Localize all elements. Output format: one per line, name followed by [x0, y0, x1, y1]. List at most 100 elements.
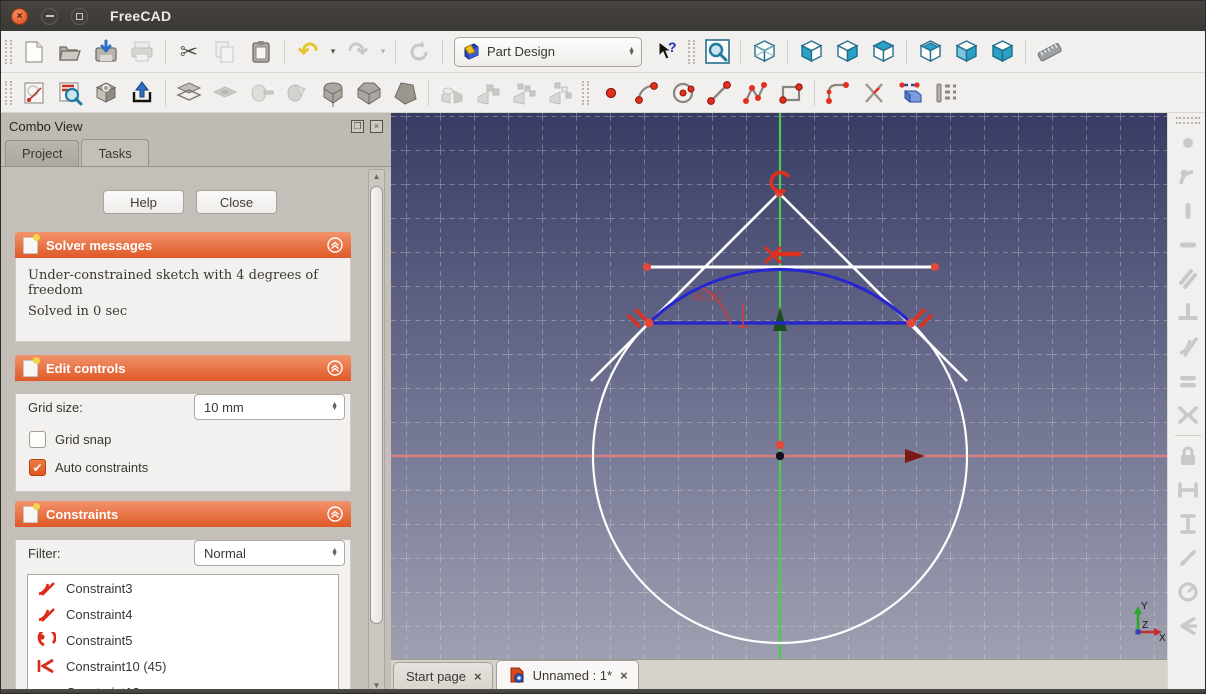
3d-viewport[interactable]: 45.00 Y X Z [391, 113, 1167, 659]
panel-scrollbar[interactable]: ▲ ▼ [368, 169, 385, 693]
view-top-button[interactable] [866, 35, 900, 69]
constrain-equal-button[interactable] [1171, 364, 1205, 398]
view-axonometric-button[interactable] [747, 35, 781, 69]
maximize-window-button[interactable] [71, 7, 88, 25]
multi-transform-button[interactable] [543, 76, 577, 110]
constrain-perpendicular-button[interactable] [1171, 296, 1205, 330]
zoom-fit-button[interactable] [700, 35, 734, 69]
auto-constraints-checkbox[interactable]: ✔ [29, 459, 46, 476]
tab-tasks[interactable]: Tasks [81, 139, 149, 166]
close-window-button[interactable]: × [11, 7, 28, 25]
minimize-window-button[interactable] [41, 7, 58, 25]
constraint-list-item[interactable]: Constraint3 [28, 575, 338, 601]
circle-center-point[interactable] [775, 440, 785, 450]
constrain-vertical-button[interactable] [1171, 194, 1205, 228]
chamfer-button[interactable] [352, 76, 386, 110]
endpoint-marker[interactable] [643, 263, 651, 271]
fillet-button[interactable] [316, 76, 350, 110]
measure-button[interactable] [1032, 35, 1066, 69]
constrain-coincident-button[interactable] [1171, 126, 1205, 160]
pad-button[interactable] [172, 76, 206, 110]
undo-dropdown-button[interactable]: ▾ [326, 35, 340, 69]
collapse-section-icon[interactable] [327, 506, 343, 522]
copy-button[interactable] [208, 35, 242, 69]
constraint-list-item[interactable]: Constraint4 [28, 601, 338, 627]
paste-button[interactable] [244, 35, 278, 69]
view-right-button[interactable] [830, 35, 864, 69]
toolbar-drag-handle[interactable] [582, 80, 589, 105]
collapse-section-icon[interactable] [327, 360, 343, 376]
scrollbar-thumb[interactable] [370, 186, 383, 624]
sketch-canvas[interactable]: 45.00 Y X Z [391, 113, 1167, 659]
origin-point[interactable] [775, 451, 785, 461]
draft-button[interactable] [388, 76, 422, 110]
help-button[interactable]: Help [103, 190, 184, 214]
angle-dimension-label[interactable]: 45.00 [692, 290, 722, 304]
tab-start-page[interactable]: Start page × [393, 662, 493, 689]
sketch-fillet-button[interactable] [821, 76, 855, 110]
collapse-section-icon[interactable] [327, 237, 343, 253]
create-rectangle-button[interactable] [774, 76, 808, 110]
map-sketch-button[interactable] [89, 76, 123, 110]
tab-unnamed-document[interactable]: Unnamed : 1* × [495, 660, 639, 689]
constraint-filter-combobox[interactable]: Normal ▲ ▼ [194, 540, 345, 566]
close-panel-icon[interactable]: × [370, 119, 383, 133]
redo-button[interactable]: ↷ [341, 35, 375, 69]
edit-sketch-button[interactable] [53, 76, 87, 110]
constrain-parallel-button[interactable] [1171, 262, 1205, 296]
create-polyline-button[interactable] [738, 76, 772, 110]
refresh-button[interactable] [402, 35, 436, 69]
constraint-list-item[interactable]: Constraint10 (45) [28, 653, 338, 679]
cut-button[interactable]: ✂ [172, 35, 206, 69]
edit-controls-header[interactable]: Edit controls [15, 355, 351, 381]
constrain-point-on-object-button[interactable] [1171, 160, 1205, 194]
view-front-button[interactable] [794, 35, 828, 69]
external-geometry-button[interactable] [893, 76, 927, 110]
create-line-button[interactable] [702, 76, 736, 110]
print-button[interactable] [125, 35, 159, 69]
redo-dropdown-button[interactable]: ▾ [376, 35, 390, 69]
linear-pattern-button[interactable] [471, 76, 505, 110]
view-rear-button[interactable] [913, 35, 947, 69]
close-tab-icon[interactable]: × [620, 668, 628, 683]
toolbar-drag-handle[interactable] [1175, 117, 1200, 124]
endpoint-marker[interactable] [931, 263, 939, 271]
constrain-symmetric-button[interactable] [1171, 398, 1205, 432]
constrain-distance-y-button[interactable] [1171, 507, 1205, 541]
view-left-button[interactable] [949, 35, 983, 69]
tab-project[interactable]: Project [5, 140, 80, 166]
mirrored-button[interactable] [435, 76, 469, 110]
construction-mode-button[interactable] [929, 76, 963, 110]
save-document-button[interactable] [89, 35, 123, 69]
workbench-selector[interactable]: Part Design ▲ ▼ [454, 36, 642, 67]
pocket-button[interactable] [208, 76, 242, 110]
grid-snap-checkbox[interactable] [29, 431, 46, 448]
toolbar-drag-handle[interactable] [5, 80, 12, 105]
constrain-tangent-button[interactable] [1171, 330, 1205, 364]
constrain-distance-button[interactable] [1171, 541, 1205, 575]
create-arc-button[interactable] [630, 76, 664, 110]
groove-button[interactable] [280, 76, 314, 110]
constraint-list-item[interactable]: Constraint5 [28, 627, 338, 653]
trim-button[interactable] [857, 76, 891, 110]
close-task-button[interactable]: Close [196, 190, 277, 214]
create-circle-button[interactable] [666, 76, 700, 110]
constraint-filter-spinner[interactable]: ▲ ▼ [331, 547, 338, 558]
new-document-button[interactable] [17, 35, 51, 69]
create-point-button[interactable] [594, 76, 628, 110]
undo-button[interactable]: ↶ [291, 35, 325, 69]
float-panel-icon[interactable]: ❐ [351, 119, 364, 133]
constrain-horizontal-button[interactable] [1171, 228, 1205, 262]
constraints-header[interactable]: Constraints [15, 501, 351, 527]
revolution-button[interactable] [244, 76, 278, 110]
constrain-lock-button[interactable] [1171, 439, 1205, 473]
new-sketch-button[interactable] [17, 76, 51, 110]
scroll-up-icon[interactable]: ▲ [369, 170, 384, 184]
constrain-distance-x-button[interactable] [1171, 473, 1205, 507]
grid-size-spinner[interactable]: ▲ ▼ [331, 401, 338, 412]
polar-pattern-button[interactable] [507, 76, 541, 110]
constrain-angle-button[interactable] [1171, 609, 1205, 643]
open-document-button[interactable] [53, 35, 87, 69]
close-tab-icon[interactable]: × [474, 669, 482, 684]
constrain-radius-button[interactable] [1171, 575, 1205, 609]
